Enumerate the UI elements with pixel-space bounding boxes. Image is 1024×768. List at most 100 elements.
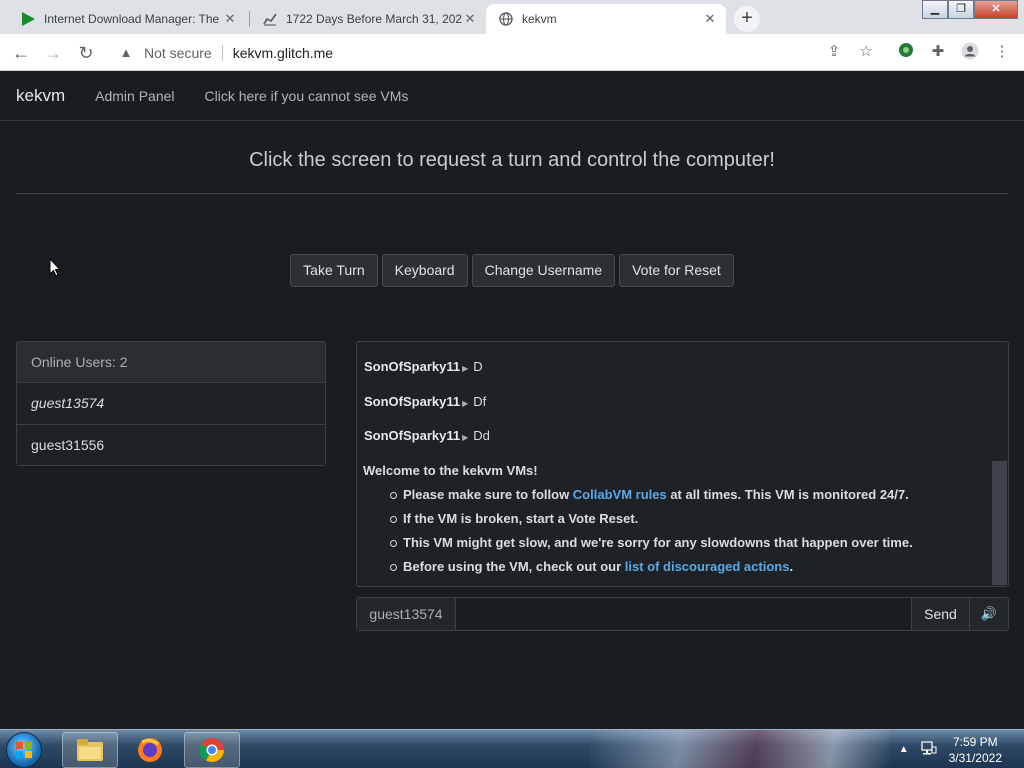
chat-input[interactable] xyxy=(456,598,911,630)
security-status[interactable]: Not secure xyxy=(144,45,212,61)
user-list-item[interactable]: guest31556 xyxy=(17,424,325,465)
share-icon[interactable]: ⇪ xyxy=(824,42,844,62)
windows-logo-icon xyxy=(16,751,23,758)
windows-taskbar: ▲ 7:59 PM 3/31/2022 xyxy=(0,729,1024,768)
rule-item: If the VM is broken, start a Vote Reset. xyxy=(390,511,913,535)
clock-date: 3/31/2022 xyxy=(948,750,1002,765)
vote-reset-button[interactable]: Vote for Reset xyxy=(619,254,734,287)
chat-text: Dd xyxy=(473,428,490,443)
rule-text: at all times. This VM is monitored 24/7. xyxy=(666,487,909,502)
tab-idm[interactable]: Internet Download Manager: The ✕ xyxy=(8,4,246,34)
back-arrow-icon[interactable]: ← xyxy=(8,40,34,66)
address-bar[interactable]: ▲ Not secure kekvm.glitch.me xyxy=(108,38,888,67)
forward-arrow-icon[interactable]: → xyxy=(40,40,66,66)
user-list-item[interactable]: guest13574 xyxy=(17,383,325,424)
rule-text: Before using the VM, check out our xyxy=(403,559,625,574)
clock-time: 7:59 PM xyxy=(952,734,998,749)
windows-logo-icon xyxy=(25,742,32,749)
kekvm-page: kekvm Admin Panel Click here if you cann… xyxy=(0,71,1024,729)
browser-toolbar: ← → ↻ ▲ Not secure kekvm.glitch.me ⇪ ☆ ✚… xyxy=(0,34,1024,71)
idm-extension-icon[interactable] xyxy=(896,42,916,62)
rule-item: Please make sure to follow CollabVM rule… xyxy=(390,487,913,511)
take-turn-button[interactable]: Take Turn xyxy=(290,254,378,287)
tab-days-before[interactable]: 1722 Days Before March 31, 202 ✕ xyxy=(250,4,486,34)
idm-play-icon xyxy=(20,11,36,27)
chat-message: SonOfSparky11 ▶ D xyxy=(364,359,483,374)
show-hidden-icons[interactable]: ▲ xyxy=(899,744,909,755)
taskbar-chrome[interactable] xyxy=(184,732,240,768)
chat-panel[interactable]: SonOfSparky11 ▶ D SonOfSparky11 ▶ Df SonOfSp… xyxy=(356,341,1009,587)
close-icon[interactable]: ✕ xyxy=(702,11,718,27)
discouraged-actions-link[interactable]: list of discouraged actions xyxy=(625,559,790,574)
chat-scrollbar[interactable] xyxy=(991,342,1008,586)
online-users-header: Online Users: 2 xyxy=(17,342,325,383)
chrome-icon xyxy=(199,738,224,763)
chat-message: SonOfSparky11 ▶ Df xyxy=(364,394,486,409)
windows-logo-icon xyxy=(25,751,32,758)
scrollbar-thumb[interactable] xyxy=(992,461,1007,585)
current-username-label: guest13574 xyxy=(357,598,456,630)
wallpaper-strip xyxy=(590,730,890,768)
extensions-puzzle-icon[interactable]: ✚ xyxy=(928,42,948,62)
rule-text: If the VM is broken, start a Vote Reset. xyxy=(403,511,639,526)
taskbar-clock[interactable]: 7:59 PM 3/31/2022 xyxy=(949,734,1002,766)
window-controls: ▁ ❐ ✕ xyxy=(922,0,1018,19)
chat-username: SonOfSparky11 xyxy=(364,359,461,374)
close-window-button[interactable]: ✕ xyxy=(974,0,1018,19)
cannot-see-vms-link[interactable]: Click here if you cannot see VMs xyxy=(205,88,409,104)
divider xyxy=(16,193,1008,194)
welcome-title: Welcome to the kekvm VMs! xyxy=(363,463,538,478)
rules-list: Please make sure to follow CollabVM rule… xyxy=(390,487,913,583)
tab-title: kekvm xyxy=(522,12,557,26)
chart-icon xyxy=(262,11,278,27)
browser-tab-strip: Internet Download Manager: The ✕ 1722 Da… xyxy=(0,0,1024,34)
rule-item: This VM might get slow, and we're sorry … xyxy=(390,535,913,559)
reload-icon[interactable]: ↻ xyxy=(73,40,99,66)
brand-link[interactable]: kekvm xyxy=(16,86,65,106)
volume-icon[interactable]: 🔊 xyxy=(969,598,1008,630)
admin-panel-link[interactable]: Admin Panel xyxy=(95,88,174,104)
network-icon[interactable] xyxy=(921,740,937,759)
firefox-icon xyxy=(138,738,162,762)
tab-title: Internet Download Manager: The xyxy=(44,12,220,26)
tab-kekvm[interactable]: kekvm ✕ xyxy=(486,4,726,34)
chat-message: SonOfSparky11 ▶ Dd xyxy=(364,428,490,443)
menu-kebab-icon[interactable]: ⋮ xyxy=(992,42,1012,62)
globe-icon xyxy=(498,11,514,27)
folder-icon xyxy=(77,739,103,761)
system-tray: ▲ 7:59 PM 3/31/2022 xyxy=(899,730,1024,768)
taskbar-firefox[interactable] xyxy=(122,732,178,768)
change-username-button[interactable]: Change Username xyxy=(471,254,616,287)
warning-triangle-icon[interactable]: ▲ xyxy=(116,45,136,60)
rule-text: Please make sure to follow xyxy=(403,487,573,502)
vm-controls: Take Turn Keyboard Change Username Vote … xyxy=(0,254,1024,287)
taskbar-explorer[interactable] xyxy=(62,732,118,768)
chat-username: SonOfSparky11 xyxy=(364,428,461,443)
rule-text: This VM might get slow, and we're sorry … xyxy=(403,535,913,550)
chat-input-group: guest13574 Send 🔊 xyxy=(356,597,1009,631)
windows-logo-icon xyxy=(16,742,23,749)
keyboard-button[interactable]: Keyboard xyxy=(381,254,468,287)
start-button[interactable] xyxy=(6,732,42,768)
rule-text: . xyxy=(789,559,794,574)
new-tab-button[interactable]: + xyxy=(734,6,760,32)
send-button[interactable]: Send xyxy=(911,598,969,630)
arrow-right-icon: ▶ xyxy=(462,433,469,442)
navbar: kekvm Admin Panel Click here if you cann… xyxy=(0,71,1024,121)
profile-avatar-icon[interactable] xyxy=(960,42,980,62)
arrow-right-icon: ▶ xyxy=(462,399,469,408)
vm-instruction-heading: Click the screen to request a turn and c… xyxy=(249,149,775,171)
bookmark-star-icon[interactable]: ☆ xyxy=(856,42,876,62)
close-icon[interactable]: ✕ xyxy=(222,11,238,27)
chat-text: D xyxy=(473,359,483,374)
close-icon[interactable]: ✕ xyxy=(462,11,478,27)
maximize-button[interactable]: ❐ xyxy=(948,0,974,19)
minimize-button[interactable]: ▁ xyxy=(922,0,948,19)
address-separator xyxy=(221,44,223,61)
tab-title: 1722 Days Before March 31, 202 xyxy=(286,12,462,26)
chat-username: SonOfSparky11 xyxy=(364,394,461,409)
rule-item: Before using the VM, check out our list … xyxy=(390,559,913,583)
url-text[interactable]: kekvm.glitch.me xyxy=(233,45,333,61)
collabvm-rules-link[interactable]: CollabVM rules xyxy=(573,487,667,502)
online-users-panel: Online Users: 2 guest13574 guest31556 xyxy=(16,341,326,466)
